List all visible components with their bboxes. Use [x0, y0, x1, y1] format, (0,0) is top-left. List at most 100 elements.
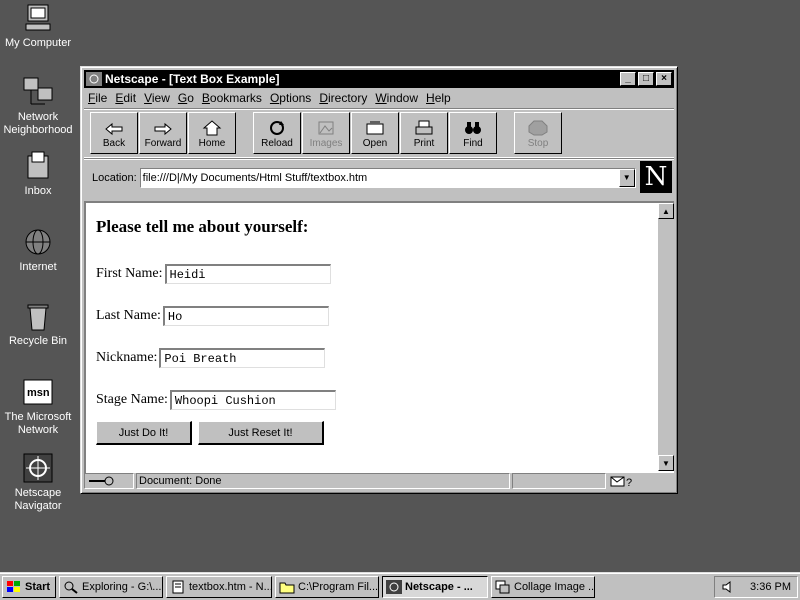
desktop-icon-label: The Microsoft Network	[4, 411, 72, 436]
taskbar-item-netscape[interactable]: Netscape - ...	[382, 575, 488, 598]
progress-bar	[512, 473, 606, 489]
forward-button[interactable]: Forward	[139, 112, 187, 154]
desktop-icon-msn[interactable]: msn The Microsoft Network	[0, 376, 76, 437]
submit-button[interactable]: Just Do It!	[96, 421, 192, 445]
recycle-bin-icon	[27, 304, 49, 331]
folder-icon	[279, 582, 295, 593]
menu-bookmarks[interactable]: Bookmarks	[202, 91, 262, 105]
netscape-icon	[86, 72, 102, 86]
form-buttons: Just Do It! Just Reset It!	[96, 421, 336, 445]
stop-icon	[528, 120, 548, 136]
printer-icon	[415, 120, 433, 135]
desktop-icon-label: Inbox	[24, 185, 52, 197]
desktop-icon-inbox[interactable]: Inbox	[0, 150, 76, 198]
reload-label: Reload	[261, 138, 293, 149]
location-dropdown-icon[interactable]: ▼	[618, 168, 635, 187]
first-name-input[interactable]: Heidi	[164, 264, 331, 284]
desktop-icon-netscape[interactable]: Netscape Navigator	[0, 452, 76, 513]
desktop-icon-recycle-bin[interactable]: Recycle Bin	[0, 300, 76, 348]
collage-icon	[495, 580, 510, 593]
open-button[interactable]: Open	[351, 112, 399, 154]
print-button[interactable]: Print	[400, 112, 448, 154]
security-key-icon[interactable]	[84, 473, 134, 489]
svg-text:?: ?	[626, 477, 632, 487]
menu-directory[interactable]: Directory	[319, 91, 367, 105]
msn-icon: msn	[23, 379, 53, 405]
taskbar-item-label: textbox.htm - N...	[189, 580, 272, 593]
menu-edit[interactable]: Edit	[115, 91, 136, 105]
stage-name-label: Stage Name:	[96, 392, 168, 407]
browser-window: Netscape - [Text Box Example] _ □ × File…	[80, 66, 678, 494]
last-name-label: Last Name:	[96, 308, 161, 323]
stage-name-input[interactable]: Whoopi Cushion	[169, 390, 336, 410]
menu-help[interactable]: Help	[426, 91, 451, 105]
form-row-last-name: Last Name: Ho	[96, 295, 336, 337]
page-content: Please tell me about yourself: First Nam…	[84, 201, 674, 473]
reset-button[interactable]: Just Reset It!	[198, 421, 324, 445]
vertical-scrollbar[interactable]: ▲ ▼	[658, 203, 674, 471]
clock[interactable]: 3:36 PM	[750, 581, 791, 593]
find-button[interactable]: Find	[449, 112, 497, 154]
images-label: Images	[309, 138, 343, 149]
desktop-icon-label: My Computer	[4, 37, 72, 49]
taskbar-item-program-files[interactable]: C:\Program Fil...	[275, 575, 379, 598]
menu-window[interactable]: Window	[375, 91, 418, 105]
back-button[interactable]: Back	[90, 112, 138, 154]
minimize-button[interactable]: _	[620, 72, 636, 86]
svg-text:msn: msn	[27, 387, 50, 399]
netscape-icon	[386, 579, 402, 594]
images-button[interactable]: Images	[302, 112, 350, 154]
home-label: Home	[198, 138, 226, 149]
open-label: Open	[362, 138, 388, 149]
location-label: Location:	[92, 171, 137, 184]
form-row-nickname: Nickname: Poi Breath	[96, 337, 336, 379]
taskbar-item-label: Exploring - G:\...	[82, 580, 162, 593]
menu-file[interactable]: File	[88, 91, 107, 105]
taskbar-item-exploring[interactable]: Exploring - G:\...	[59, 575, 163, 598]
desktop-icon-network[interactable]: Network Neighborhood	[0, 76, 76, 137]
menu-options[interactable]: Options	[270, 91, 311, 105]
netscape-logo-icon[interactable]: N	[640, 161, 672, 193]
start-button[interactable]: Start	[2, 575, 56, 598]
desktop-icon-label: Internet	[19, 261, 57, 273]
back-label: Back	[102, 138, 126, 149]
explorer-icon	[64, 581, 78, 594]
taskbar-item-textbox[interactable]: textbox.htm - N...	[166, 575, 272, 598]
window-title: Netscape - [Text Box Example]	[105, 72, 280, 86]
nickname-input[interactable]: Poi Breath	[159, 348, 326, 368]
taskbar: Start Exploring - G:\... textbox.htm - N…	[0, 572, 800, 600]
desktop-icon-my-computer[interactable]: My Computer	[0, 2, 76, 50]
taskbar-item-collage[interactable]: Collage Image ...	[491, 575, 595, 598]
menu-view[interactable]: View	[144, 91, 170, 105]
desktop-icon-internet[interactable]: Internet	[0, 226, 76, 274]
title-bar[interactable]: Netscape - [Text Box Example] _ □ ×	[84, 70, 674, 88]
menu-go[interactable]: Go	[178, 91, 194, 105]
scroll-up-icon[interactable]: ▲	[658, 203, 674, 219]
stop-button[interactable]: Stop	[514, 112, 562, 154]
form-row-stage-name: Stage Name: Whoopi Cushion	[96, 379, 336, 421]
location-bar: Location: file:///D|/My Documents/Html S…	[84, 158, 674, 196]
speaker-icon[interactable]	[721, 580, 735, 594]
computer-icon	[25, 4, 51, 31]
desktop-icon-label: Recycle Bin	[8, 335, 68, 347]
page-heading: Please tell me about yourself:	[96, 217, 309, 236]
location-input[interactable]: file:///D|/My Documents/Html Stuff/textb…	[139, 167, 636, 188]
toolbar: Back Forward Home Reload Images Open Pri…	[84, 108, 674, 158]
forward-arrow-icon	[154, 122, 172, 136]
start-label: Start	[25, 580, 51, 593]
inbox-icon	[27, 151, 49, 179]
back-arrow-icon	[105, 122, 123, 136]
close-button[interactable]: ×	[656, 72, 672, 86]
home-button[interactable]: Home	[188, 112, 236, 154]
scroll-down-icon[interactable]: ▼	[658, 455, 674, 471]
mail-icon[interactable]: ?	[608, 473, 648, 489]
windows-logo-icon	[7, 580, 20, 592]
key-icon	[89, 476, 114, 486]
nickname-label: Nickname:	[96, 350, 158, 365]
reload-button[interactable]: Reload	[253, 112, 301, 154]
maximize-button[interactable]: □	[638, 72, 654, 86]
web-page: Please tell me about yourself: First Nam…	[96, 217, 336, 445]
notepad-icon	[172, 580, 184, 593]
last-name-input[interactable]: Ho	[162, 306, 329, 326]
desktop-icon-label: Network Neighborhood	[3, 111, 73, 136]
